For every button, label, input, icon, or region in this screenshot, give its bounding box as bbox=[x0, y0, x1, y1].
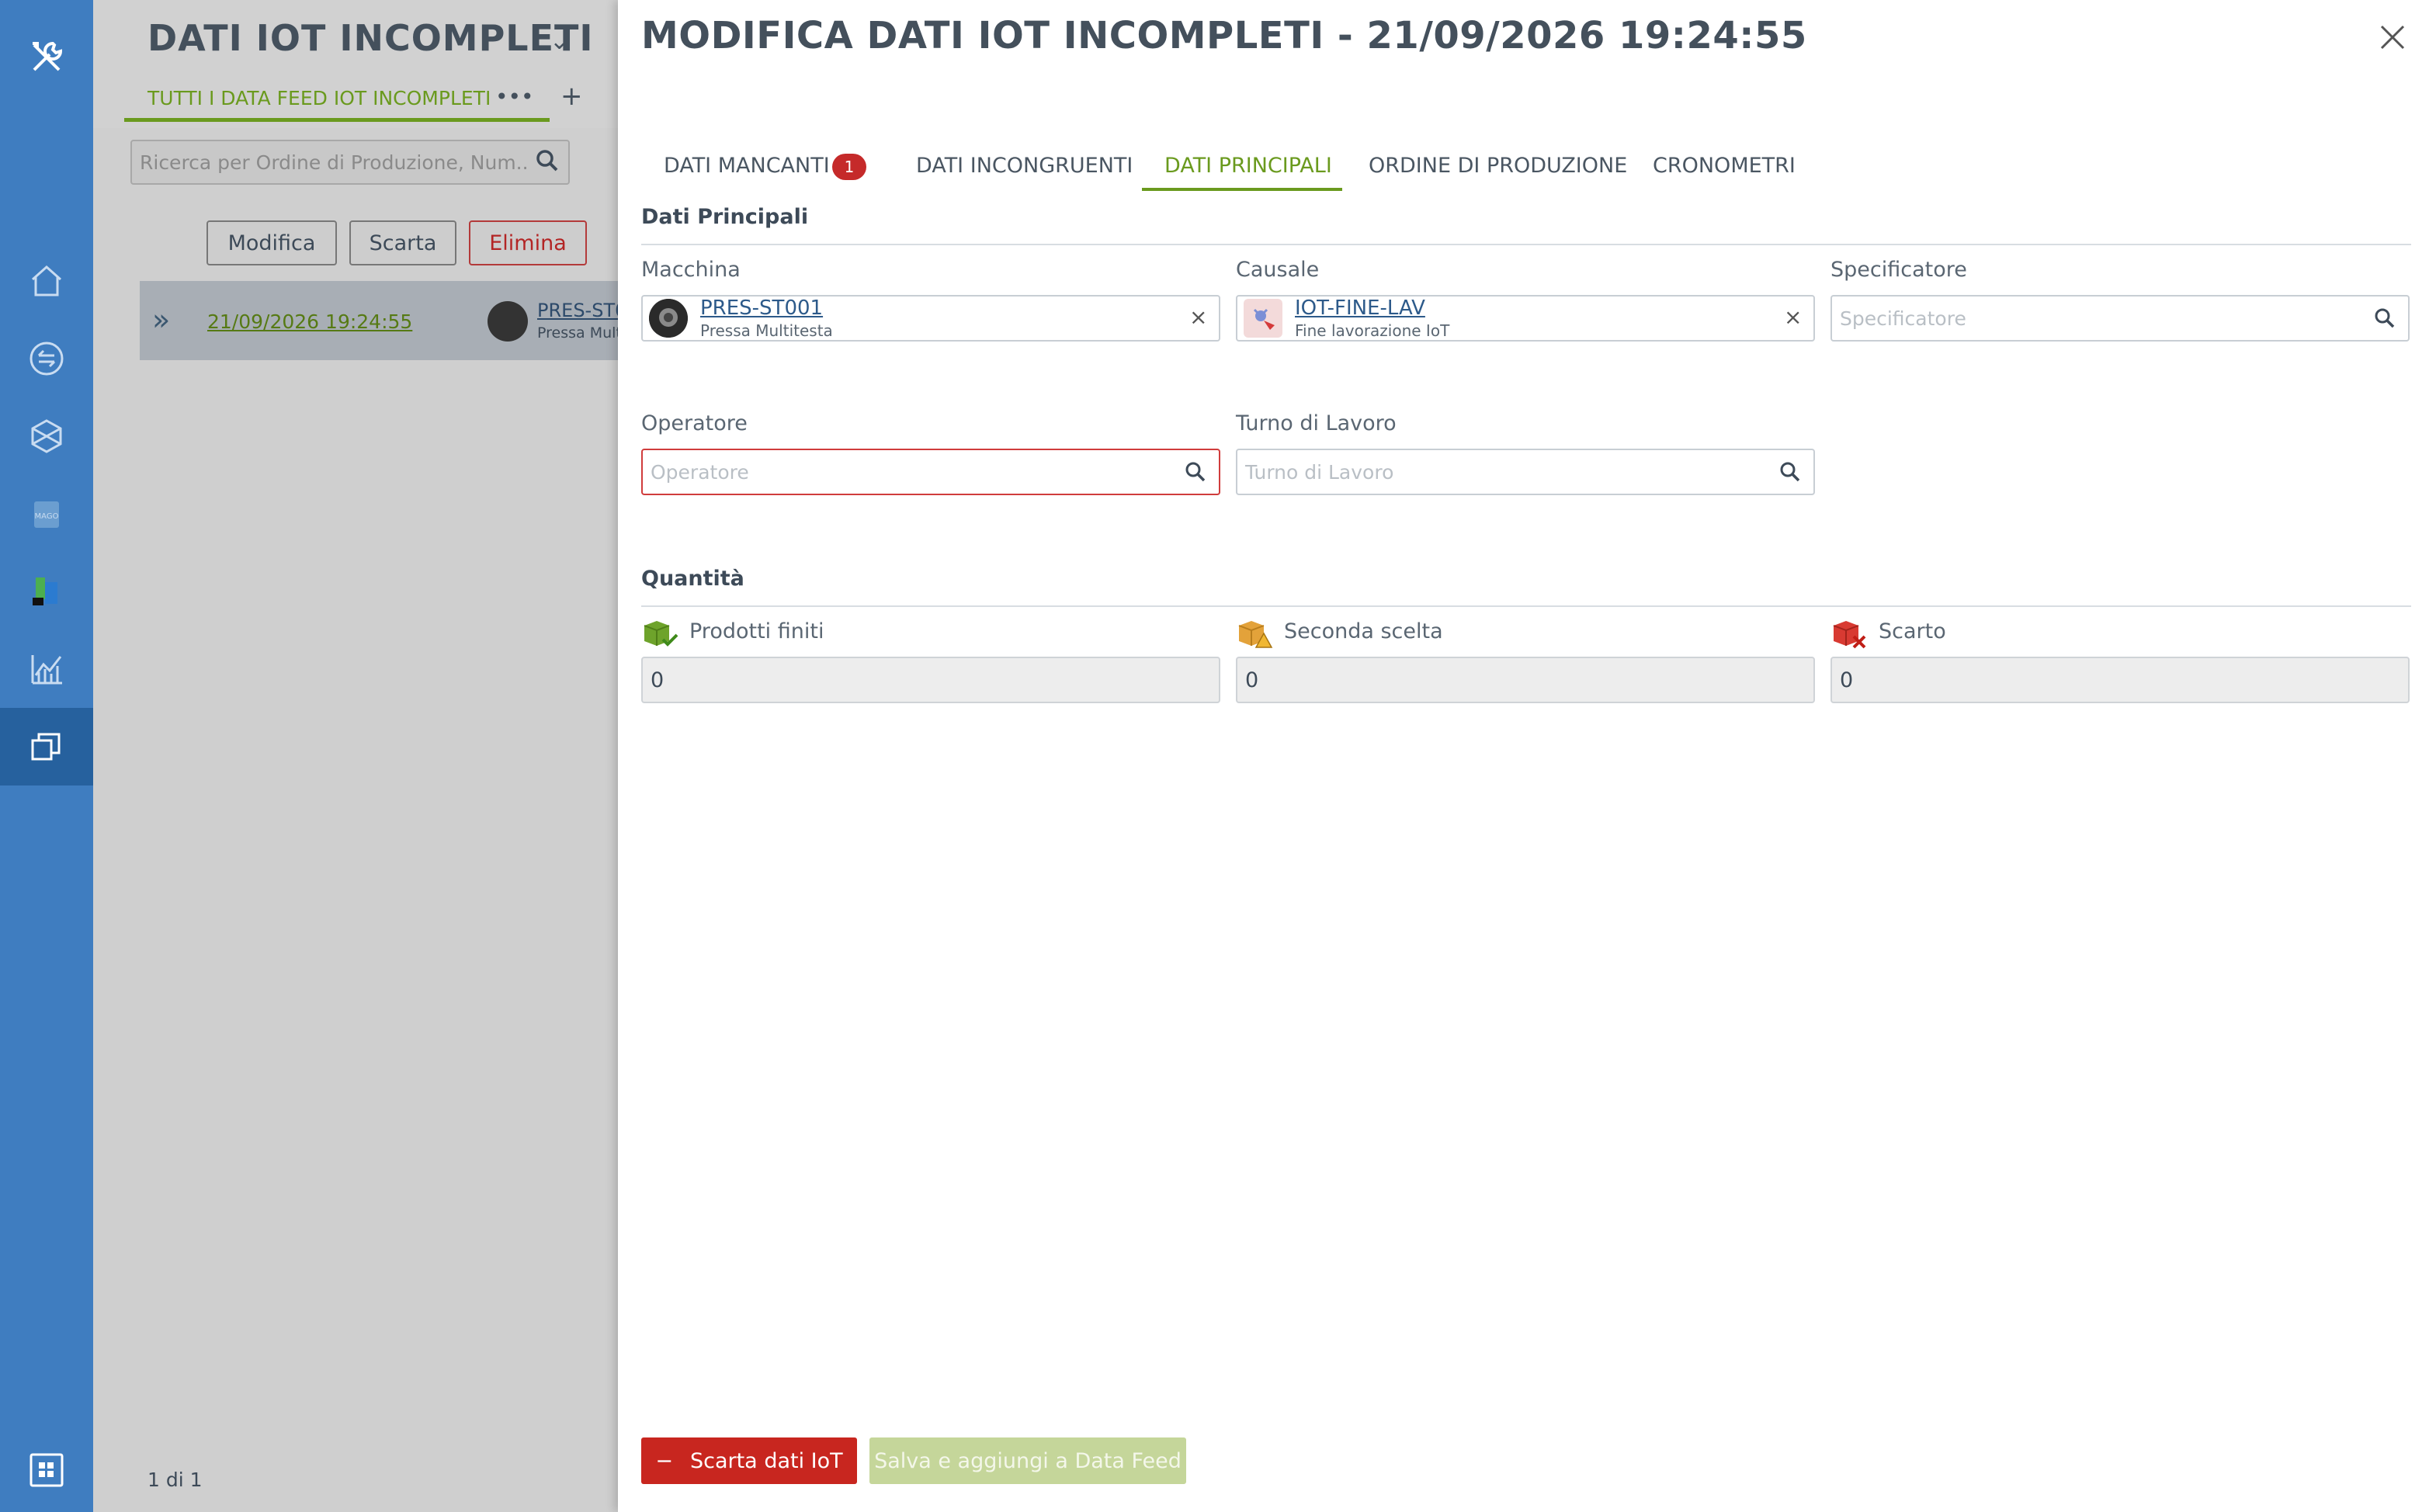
search-icon[interactable] bbox=[1779, 461, 1801, 483]
specifier-placeholder: Specificatore bbox=[1840, 307, 1966, 330]
section-divider bbox=[641, 605, 2411, 607]
second-choice-value: 0 bbox=[1245, 668, 1259, 692]
page-title: DATI IOT INCOMPLETI bbox=[147, 17, 594, 59]
reason-name: Fine lavorazione IoT bbox=[1295, 321, 1450, 340]
row-machine-name: Pressa Mult bbox=[537, 324, 622, 342]
tab-ordine-di-produzione[interactable]: ORDINE DI PRODUZIONE bbox=[1369, 154, 1627, 178]
windows-icon-glyph bbox=[29, 1453, 64, 1487]
search-icon[interactable] bbox=[2374, 307, 2396, 329]
add-tab-icon[interactable]: + bbox=[560, 81, 583, 112]
data-feed-icon[interactable] bbox=[0, 708, 93, 785]
reason-code-link[interactable]: IOT-FINE-LAV bbox=[1295, 297, 1425, 320]
active-tab-underline bbox=[1142, 188, 1342, 191]
discard-iot-label: Scarta dati IoT bbox=[689, 1448, 843, 1473]
machine-avatar bbox=[488, 301, 528, 342]
svg-text:MAGO: MAGO bbox=[35, 512, 59, 521]
pagination-label: 1 di 1 bbox=[147, 1469, 203, 1491]
second-choice-label: Seconda scelta bbox=[1284, 619, 1443, 643]
mago-icon[interactable]: MAGO bbox=[0, 475, 93, 553]
tab-dati-mancanti[interactable]: DATI MANCANTI bbox=[664, 154, 830, 178]
tab-dati-principali[interactable]: DATI PRINCIPALI bbox=[1164, 154, 1332, 178]
cube-icon-glyph bbox=[31, 419, 62, 453]
tab-underline bbox=[124, 118, 550, 122]
machine-code-link[interactable]: PRES-ST001 bbox=[700, 297, 823, 320]
chart-icon[interactable] bbox=[0, 630, 93, 708]
shift-label: Turno di Lavoro bbox=[1236, 411, 1397, 435]
specifier-label: Specificatore bbox=[1830, 258, 1967, 282]
machine-avatar bbox=[649, 299, 688, 338]
missing-count-badge: 1 bbox=[832, 154, 866, 180]
swap-icon[interactable] bbox=[0, 320, 93, 397]
reason-label: Causale bbox=[1236, 258, 1320, 282]
cube-icon[interactable] bbox=[0, 397, 93, 475]
data-feed-icon-glyph bbox=[31, 733, 61, 761]
section-title-main: Dati Principali bbox=[641, 205, 809, 229]
app-module-icon-glyph bbox=[33, 577, 57, 605]
second-choice-input[interactable] bbox=[1236, 657, 1815, 703]
expand-icon[interactable]: » bbox=[152, 303, 170, 337]
swap-icon-glyph bbox=[29, 342, 64, 376]
edit-dialog bbox=[618, 0, 2436, 1512]
scrap-icon bbox=[1833, 621, 1866, 649]
dialog-title: MODIFICA DATI IOT INCOMPLETI - 21/09/202… bbox=[641, 14, 1807, 57]
mago-icon-glyph: MAGO bbox=[34, 501, 59, 528]
search-icon[interactable] bbox=[536, 149, 559, 172]
scrap-value: 0 bbox=[1840, 668, 1854, 692]
clear-reason-icon[interactable]: × bbox=[1784, 304, 1802, 330]
clear-machine-icon[interactable]: × bbox=[1189, 304, 1207, 330]
finished-products-input[interactable] bbox=[641, 657, 1220, 703]
tab-dati-incongruenti[interactable]: DATI INCONGRUENTI bbox=[916, 154, 1133, 178]
finished-products-icon bbox=[644, 621, 678, 647]
delete-button[interactable]: Elimina bbox=[469, 220, 587, 265]
section-title-quantity: Quantità bbox=[641, 567, 744, 591]
chevron-down-icon[interactable]: ⌄ bbox=[550, 28, 569, 55]
scrap-label: Scarto bbox=[1879, 619, 1946, 643]
finished-products-value: 0 bbox=[651, 668, 665, 692]
finished-products-label: Prodotti finiti bbox=[689, 619, 824, 643]
save-and-add-button[interactable]: Salva e aggiungi a Data Feed bbox=[869, 1437, 1186, 1484]
background-search-placeholder: Ricerca per Ordine di Produzione, Num... bbox=[140, 151, 528, 174]
minus-icon: − bbox=[655, 1448, 673, 1473]
tools-icon[interactable] bbox=[0, 19, 93, 96]
operator-placeholder: Operatore bbox=[651, 461, 749, 484]
machine-avatar-glyph bbox=[649, 299, 688, 338]
row-date-link[interactable]: 21/09/2026 19:24:55 bbox=[207, 310, 412, 333]
edit-button[interactable]: Modifica bbox=[206, 220, 337, 265]
home-icon[interactable] bbox=[0, 242, 93, 320]
row-machine-code[interactable]: PRES-ST0 bbox=[537, 300, 626, 321]
tab-all-data-feed[interactable]: TUTTI I DATA FEED IOT INCOMPLETI bbox=[147, 87, 491, 109]
windows-icon[interactable] bbox=[0, 1431, 93, 1509]
machine-label: Macchina bbox=[641, 258, 741, 282]
more-icon[interactable]: ••• bbox=[495, 84, 534, 109]
shift-placeholder: Turno di Lavoro bbox=[1245, 461, 1394, 484]
iot-reason-icon bbox=[1244, 299, 1282, 338]
app-module-icon[interactable] bbox=[0, 553, 93, 630]
discard-iot-button[interactable]: − Scarta dati IoT bbox=[641, 1437, 857, 1484]
tab-cronometri[interactable]: CRONOMETRI bbox=[1653, 154, 1796, 178]
second-choice-icon bbox=[1238, 621, 1273, 648]
chart-icon-glyph bbox=[31, 655, 62, 685]
operator-label: Operatore bbox=[641, 411, 748, 435]
scrap-input[interactable] bbox=[1830, 657, 2410, 703]
discard-button[interactable]: Scarta bbox=[349, 220, 456, 265]
machine-name: Pressa Multitesta bbox=[700, 321, 833, 340]
home-icon-glyph bbox=[32, 265, 61, 297]
iot-reason-icon-glyph bbox=[1253, 308, 1275, 330]
close-icon[interactable] bbox=[2374, 19, 2411, 56]
section-divider bbox=[641, 244, 2411, 245]
tools-icon-glyph bbox=[33, 41, 63, 71]
search-icon[interactable] bbox=[1185, 461, 1206, 483]
app-sidebar: MAGO bbox=[0, 0, 93, 1512]
